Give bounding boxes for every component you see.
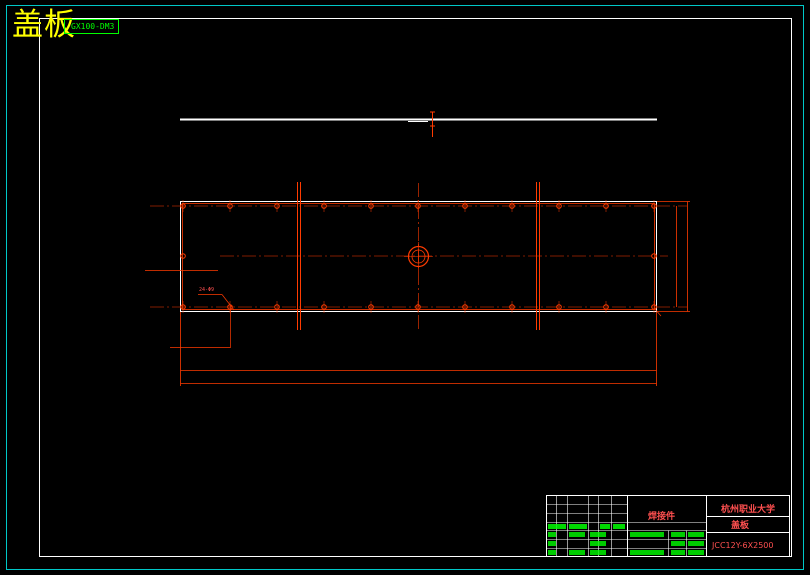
inner-frame — [39, 18, 792, 557]
drawing-code-tag: GX100-DM3 — [64, 19, 119, 34]
title-block-assembly: 焊接件 — [648, 512, 676, 522]
bolt-hole-22 — [180, 253, 186, 259]
front-view — [145, 182, 690, 386]
title-block-school: 杭州职业大学 — [721, 505, 776, 515]
cad-drawing-canvas — [6, 5, 804, 570]
top-view — [180, 111, 657, 137]
outer-frame — [6, 5, 804, 570]
hole-callout: 24-Φ9 — [199, 287, 215, 293]
title-block-drawing-number: JCC12Y-6X2500 — [712, 541, 774, 550]
title-block-part-name: 盖板 — [731, 521, 750, 531]
